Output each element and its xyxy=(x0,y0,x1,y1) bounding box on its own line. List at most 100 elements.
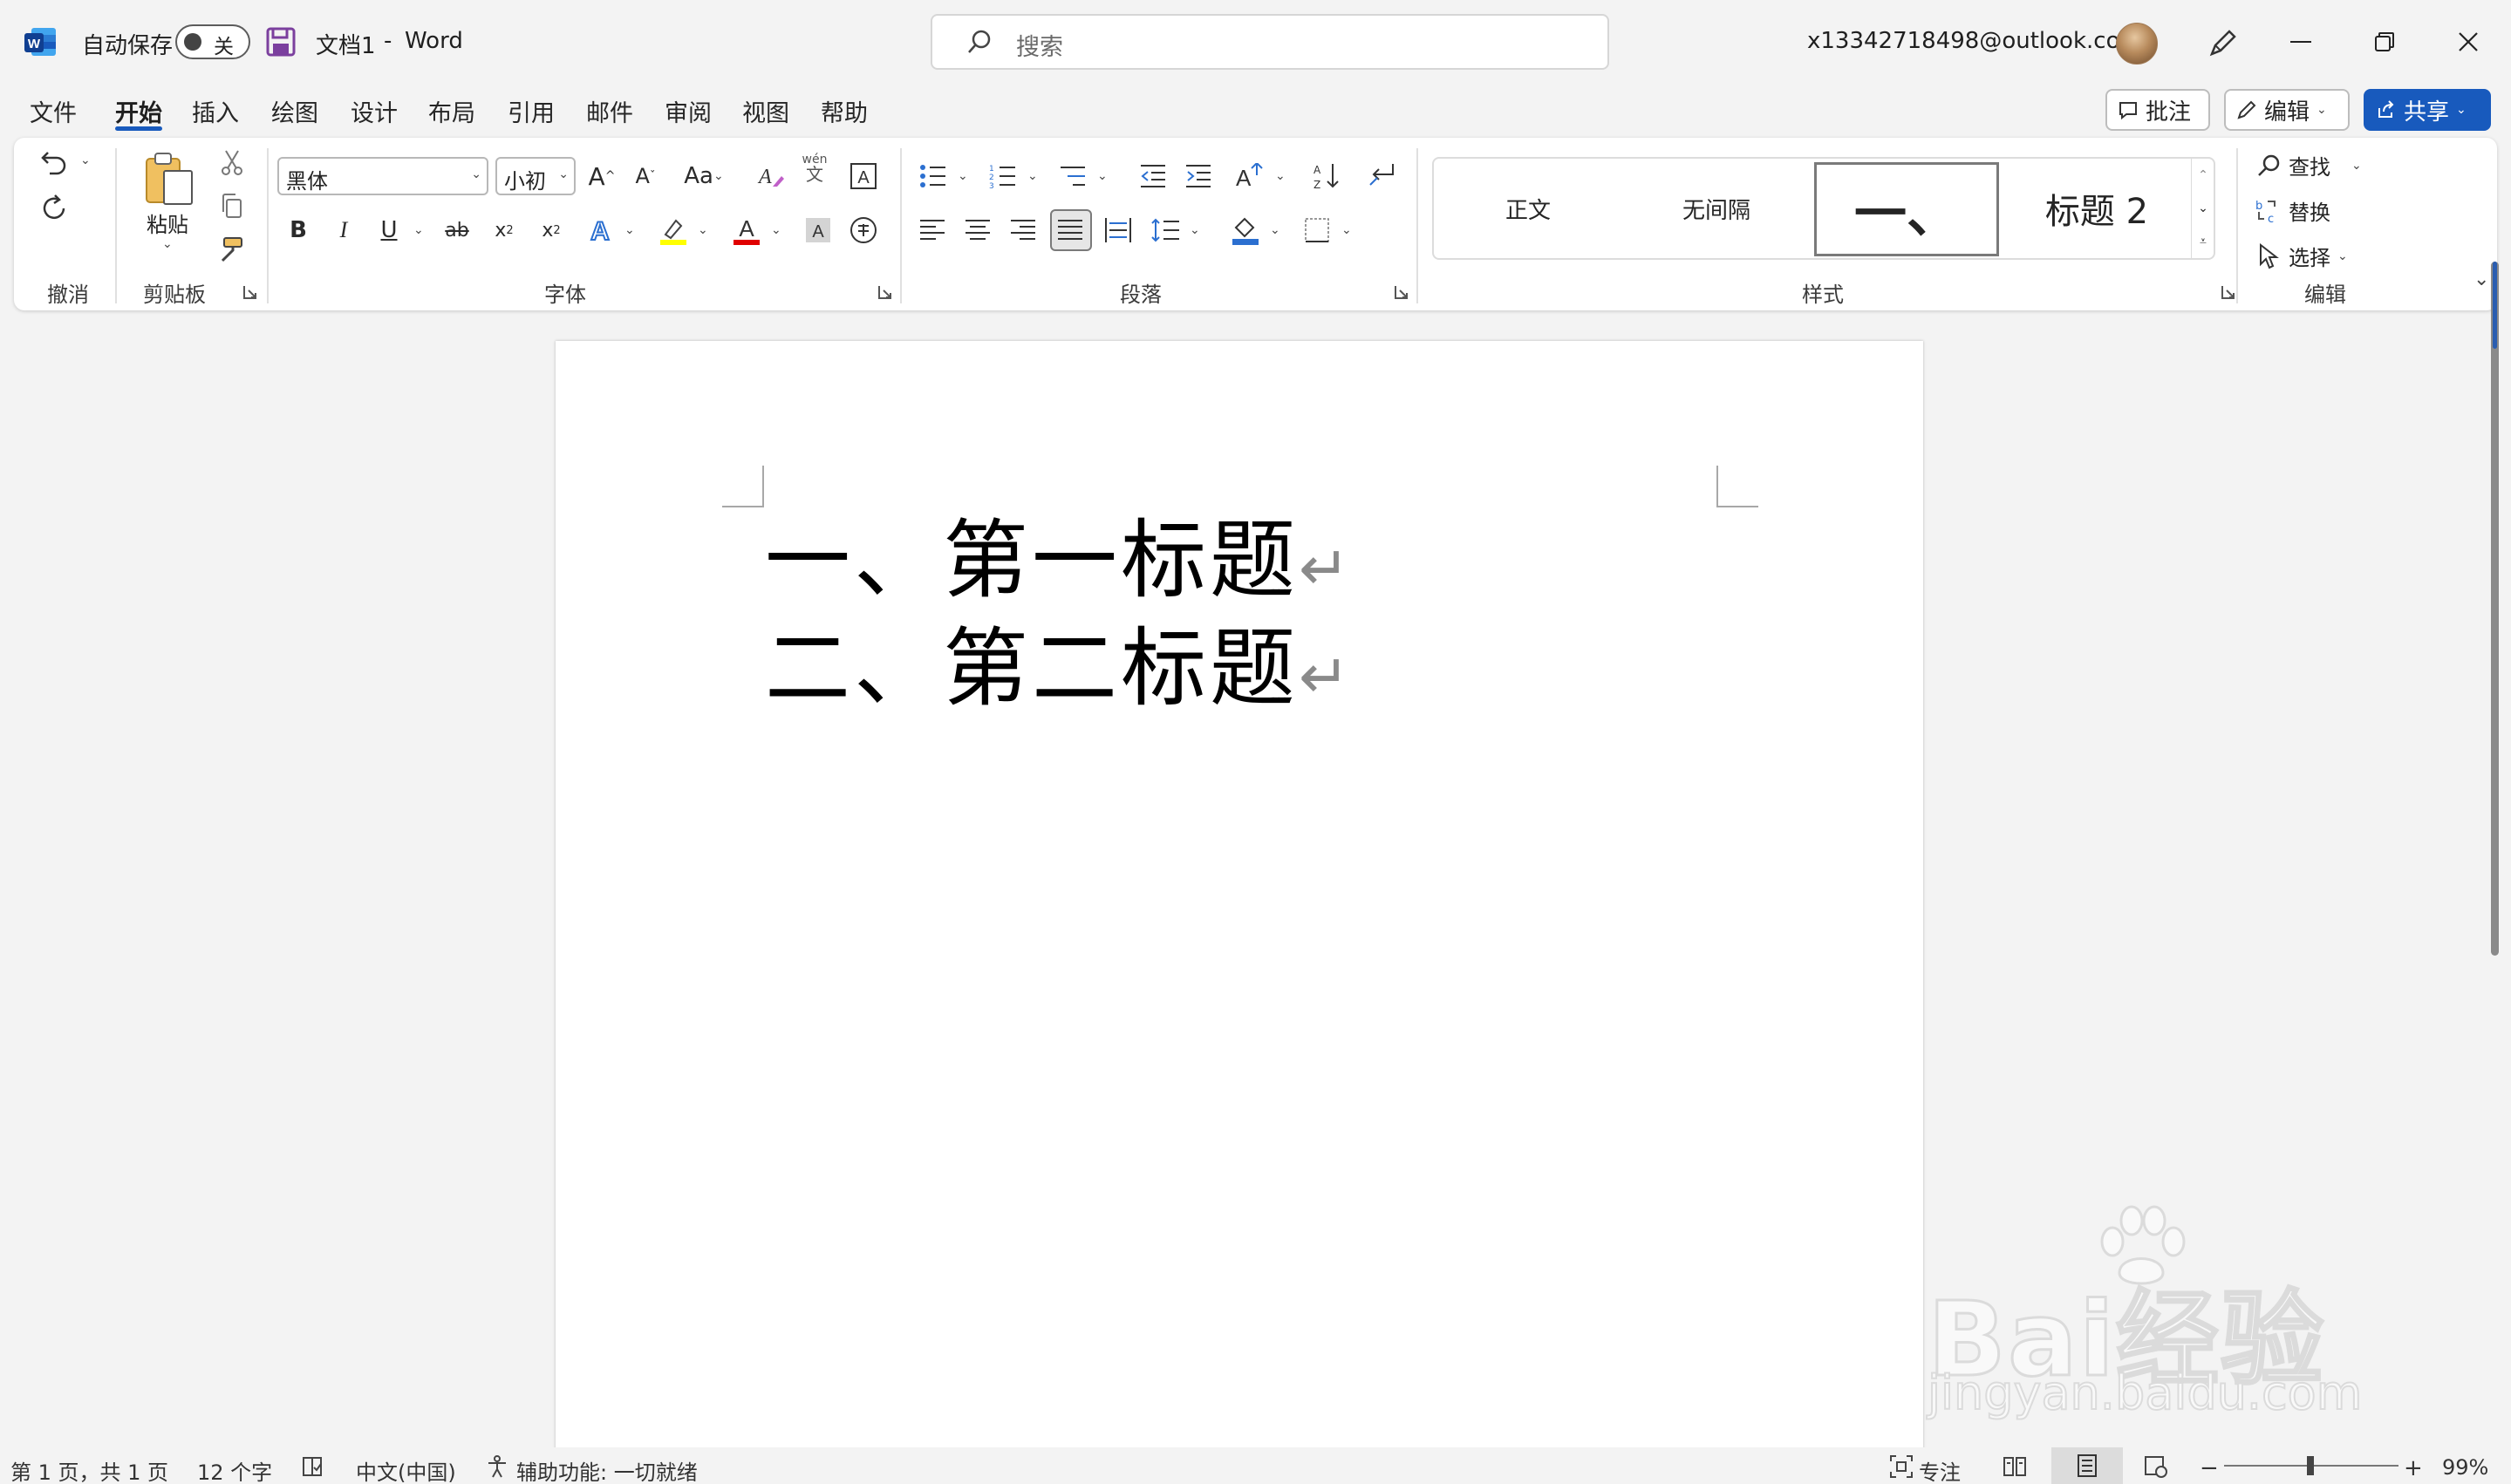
align-right-icon[interactable] xyxy=(1005,211,1043,249)
zoom-level[interactable]: 99% xyxy=(2442,1455,2488,1480)
heading-line-2[interactable]: 二、第二标题↵ xyxy=(765,626,1354,711)
borders-icon[interactable] xyxy=(1298,211,1336,249)
borders-dropdown-icon[interactable]: ⌄ xyxy=(1341,223,1352,237)
redo-icon[interactable] xyxy=(35,188,73,227)
font-color-icon[interactable]: A xyxy=(727,211,766,249)
styles-launcher-icon[interactable] xyxy=(2221,284,2236,300)
undo-dropdown-icon[interactable]: ⌄ xyxy=(80,153,91,167)
numbering-dropdown-icon[interactable]: ⌄ xyxy=(1027,169,1038,183)
tab-review[interactable]: 审阅 xyxy=(665,94,712,128)
line-spacing-icon[interactable] xyxy=(1146,211,1184,249)
tab-file[interactable]: 文件 xyxy=(30,94,77,128)
select-button[interactable]: 选择 ⌄ xyxy=(2255,241,2348,271)
numbering-icon[interactable]: 123 xyxy=(984,157,1022,195)
bullets-icon[interactable] xyxy=(914,157,952,195)
decrease-indent-icon[interactable] xyxy=(1134,157,1172,195)
format-painter-icon[interactable] xyxy=(213,230,251,269)
restore-button[interactable] xyxy=(2358,16,2411,68)
print-layout-icon[interactable] xyxy=(2051,1447,2123,1484)
save-icon[interactable] xyxy=(263,24,298,59)
proofing-icon[interactable] xyxy=(300,1454,324,1479)
document-page[interactable]: 一、第一标题↵ 二、第二标题↵ xyxy=(556,341,1923,1466)
underline-icon[interactable]: U xyxy=(370,211,408,249)
page-count[interactable]: 第 1 页，共 1 页 xyxy=(10,1455,168,1484)
superscript-icon[interactable]: x2 xyxy=(532,211,570,249)
zoom-slider[interactable] xyxy=(2224,1456,2398,1475)
multilevel-list-icon[interactable] xyxy=(1054,157,1092,195)
share-button[interactable]: 共享 ⌄ xyxy=(2364,89,2491,131)
minimize-button[interactable] xyxy=(2275,16,2327,68)
zoom-slider-thumb[interactable] xyxy=(2306,1456,2314,1475)
comments-button[interactable]: 批注 xyxy=(2105,89,2210,131)
language-indicator[interactable]: 中文(中国) xyxy=(356,1455,456,1484)
italic-icon[interactable]: I xyxy=(324,211,363,249)
shrink-font-icon[interactable]: Aˇ xyxy=(626,157,665,195)
clipboard-launcher-icon[interactable] xyxy=(242,284,258,300)
phonetic-guide-icon[interactable]: wén 文 xyxy=(799,153,830,183)
font-color-dropdown-icon[interactable]: ⌄ xyxy=(771,223,781,237)
tab-view[interactable]: 视图 xyxy=(742,94,789,128)
subscript-icon[interactable]: x2 xyxy=(485,211,523,249)
character-shading-icon[interactable]: A xyxy=(799,211,837,249)
zoom-out-button[interactable]: − xyxy=(2200,1455,2219,1481)
search-box[interactable]: 搜索 xyxy=(931,14,1609,70)
vertical-scrollbar[interactable] xyxy=(2491,262,2499,956)
change-case-icon[interactable]: Aa ⌄ xyxy=(677,157,731,195)
highlight-icon[interactable] xyxy=(654,211,693,249)
font-size-combo[interactable]: 小初 ⌄ xyxy=(495,157,576,195)
increase-indent-icon[interactable] xyxy=(1179,157,1218,195)
tab-home[interactable]: 开始 xyxy=(115,94,162,128)
font-launcher-icon[interactable] xyxy=(877,284,893,300)
font-name-combo[interactable]: 黑体 ⌄ xyxy=(277,157,488,195)
align-left-icon[interactable] xyxy=(914,211,952,249)
enclose-characters-icon[interactable] xyxy=(844,211,883,249)
style-normal[interactable]: 正文 xyxy=(1434,159,1622,258)
find-button[interactable]: 查找 ⌄ xyxy=(2255,150,2362,180)
style-heading-2[interactable]: 标题 2 xyxy=(2003,159,2191,258)
editing-mode-button[interactable]: 编辑 ⌄ xyxy=(2224,89,2350,131)
accessibility-icon[interactable] xyxy=(485,1454,509,1479)
gallery-more-icon[interactable]: ⩡ xyxy=(2192,227,2214,256)
shading-dropdown-icon[interactable]: ⌄ xyxy=(1270,223,1280,237)
highlight-dropdown-icon[interactable]: ⌄ xyxy=(698,223,708,237)
zoom-in-button[interactable]: + xyxy=(2404,1455,2423,1481)
gallery-up-icon[interactable]: ⌃ xyxy=(2192,160,2214,190)
read-mode-icon[interactable] xyxy=(2001,1453,2029,1481)
sort-icon[interactable]: AZ xyxy=(1308,157,1347,195)
focus-label[interactable]: 专注 xyxy=(1919,1455,1961,1484)
chinese-layout-dropdown-icon[interactable]: ⌄ xyxy=(1275,169,1286,183)
style-heading-1[interactable]: 一、 xyxy=(1814,162,1999,256)
grow-font-icon[interactable]: A ^ xyxy=(583,157,621,195)
replace-button[interactable]: bc 替换 xyxy=(2255,195,2330,226)
paste-icon[interactable] xyxy=(141,148,197,209)
bold-icon[interactable]: B xyxy=(279,211,317,249)
clear-formatting-icon[interactable]: A xyxy=(752,157,790,195)
web-layout-icon[interactable] xyxy=(2142,1453,2170,1481)
copy-icon[interactable] xyxy=(213,187,251,225)
gallery-down-icon[interactable]: ⌄ xyxy=(2192,194,2214,223)
focus-icon[interactable] xyxy=(1887,1453,1915,1481)
tab-layout[interactable]: 布局 xyxy=(428,94,475,128)
tab-insert[interactable]: 插入 xyxy=(192,94,239,128)
show-marks-icon[interactable] xyxy=(1362,157,1401,195)
text-effects-dropdown-icon[interactable]: ⌄ xyxy=(624,223,635,237)
chinese-layout-icon[interactable]: A xyxy=(1232,157,1270,195)
account-email[interactable]: x13342718498@outlook.com xyxy=(1807,28,2142,54)
accessibility-status[interactable]: 辅助功能: 一切就绪 xyxy=(516,1455,698,1484)
user-avatar[interactable] xyxy=(2116,23,2158,65)
style-no-spacing[interactable]: 无间隔 xyxy=(1622,159,1811,258)
paragraph-launcher-icon[interactable] xyxy=(1394,284,1409,300)
justify-icon[interactable] xyxy=(1050,209,1092,251)
cut-icon[interactable] xyxy=(213,143,251,181)
bullets-dropdown-icon[interactable]: ⌄ xyxy=(958,169,968,183)
tab-references[interactable]: 引用 xyxy=(508,94,555,128)
strikethrough-icon[interactable]: ab xyxy=(438,211,476,249)
pen-icon[interactable] xyxy=(2201,23,2243,65)
undo-icon[interactable] xyxy=(35,143,73,181)
heading-line-1[interactable]: 一、第一标题↵ xyxy=(765,518,1354,603)
autosave-toggle[interactable]: 关 xyxy=(175,24,250,59)
tab-design[interactable]: 设计 xyxy=(351,94,398,128)
align-center-icon[interactable] xyxy=(959,211,998,249)
multilevel-dropdown-icon[interactable]: ⌄ xyxy=(1097,169,1108,183)
close-button[interactable] xyxy=(2442,16,2494,68)
